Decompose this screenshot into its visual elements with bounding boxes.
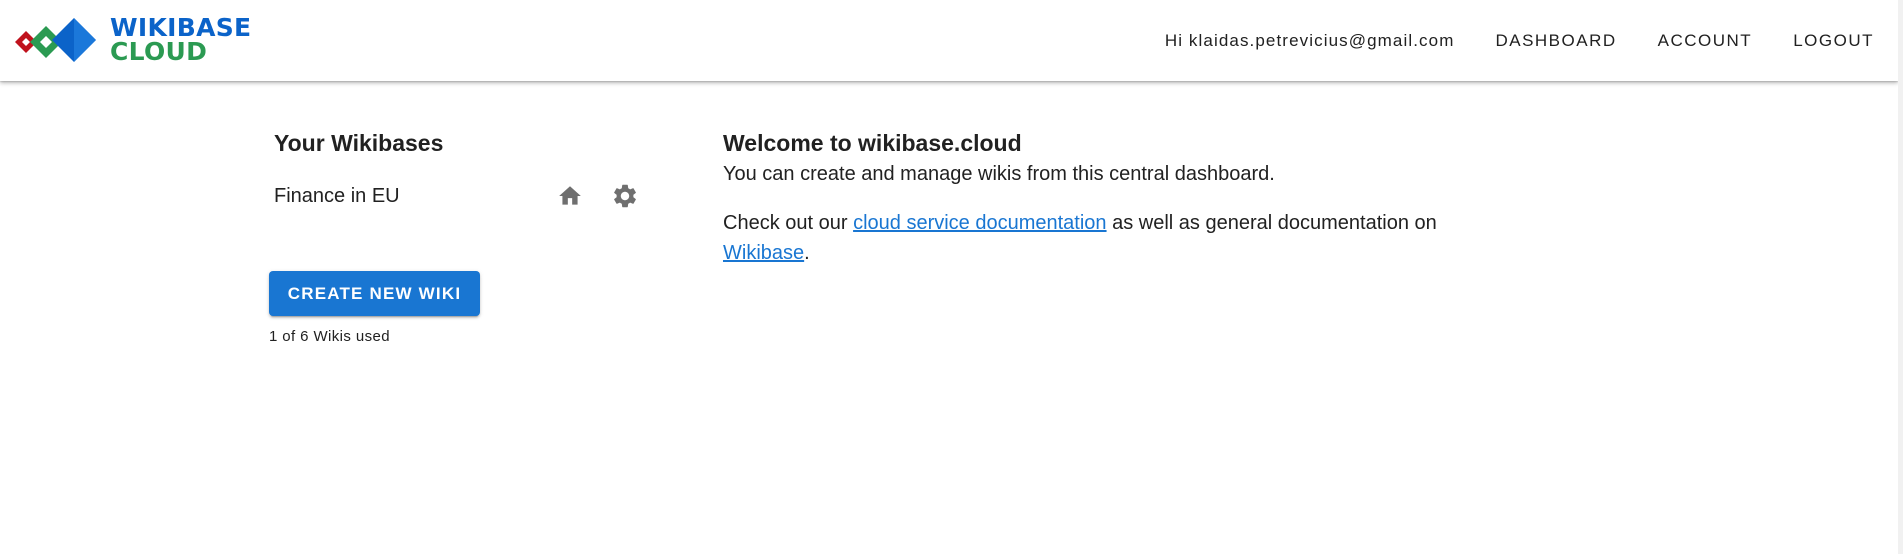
cloud-service-documentation-link[interactable]: cloud service documentation [853,212,1106,234]
page-scrollbar[interactable] [1898,0,1903,554]
welcome-heading: Welcome to wikibase.cloud [723,130,1022,156]
welcome-panel: Welcome to wikibase.cloud You can create… [723,128,1443,268]
create-new-wiki-button[interactable]: CREATE NEW WIKI [269,271,480,316]
nav-logout-link[interactable]: LOGOUT [1793,31,1874,51]
your-wikibases-heading: Your Wikibases [274,130,444,156]
settings-icon[interactable] [611,182,639,210]
doc-text-suffix: . [804,242,810,264]
wiki-list-item: Finance in EU [274,176,654,216]
logo-line-cloud: CLOUD [110,37,208,66]
home-icon[interactable] [556,182,584,210]
wiki-usage-count: 1 of 6 Wikis used [269,328,391,345]
dashboard-page: WIKIBASE CLOUD Hi klaidas.petrevicius@gm… [0,0,1903,554]
nav-account-link[interactable]: ACCOUNT [1658,31,1753,51]
user-greeting[interactable]: Hi klaidas.petrevicius@gmail.com [1165,31,1455,51]
logo-wordmark: WIKIBASE CLOUD [110,15,251,66]
wikibase-diamond-logo-icon [15,18,96,62]
top-app-bar: WIKIBASE CLOUD Hi klaidas.petrevicius@gm… [0,0,1898,81]
doc-text-prefix: Check out our [723,212,854,234]
doc-text-middle: as well as general documentation on [1106,212,1437,234]
documentation-paragraph: Check out our cloud service documentatio… [723,208,1443,268]
wiki-name: Finance in EU [274,184,400,207]
top-navigation: Hi klaidas.petrevicius@gmail.com DASHBOA… [1165,0,1898,81]
wikibase-cloud-logo[interactable]: WIKIBASE CLOUD [12,13,251,67]
your-wikibases-card: Your Wikibases Finance in EU CREATE NEW … [269,128,654,345]
wikibase-link[interactable]: Wikibase [723,242,804,264]
nav-dashboard-link[interactable]: DASHBOARD [1495,31,1616,51]
welcome-subtitle: You can create and manage wikis from thi… [723,163,1275,185]
